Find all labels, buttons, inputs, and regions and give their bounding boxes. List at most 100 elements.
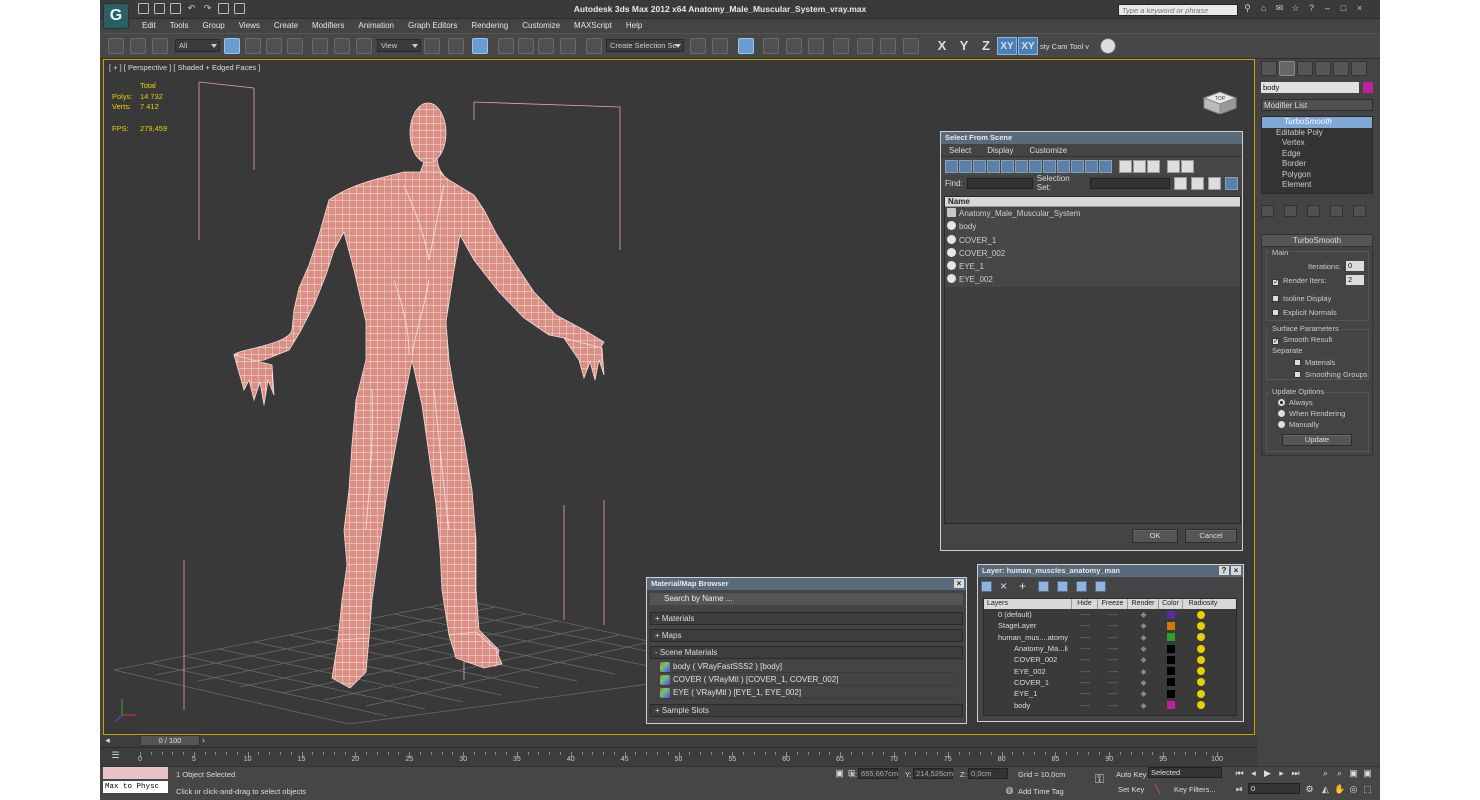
render-teapot-icon[interactable]: ◆ bbox=[1128, 644, 1159, 653]
radiosity-bulb-icon[interactable] bbox=[1197, 621, 1205, 630]
render-teapot-icon[interactable]: ◆ bbox=[1128, 689, 1159, 698]
layer-color-swatch[interactable] bbox=[1167, 621, 1175, 630]
stack-item-vertex[interactable]: Vertex bbox=[1262, 138, 1372, 149]
layer-color-swatch[interactable] bbox=[1167, 644, 1175, 653]
rectangle-region-icon[interactable] bbox=[266, 38, 282, 54]
orbit-icon[interactable]: ◎ bbox=[1348, 784, 1359, 795]
table-row[interactable]: human_mus....atomy ---- ---- ◆ bbox=[984, 632, 1236, 643]
keyboard-shortcut-override-icon[interactable] bbox=[472, 38, 488, 54]
close-icon[interactable]: × bbox=[954, 579, 964, 588]
menu-edit[interactable]: Edit bbox=[135, 19, 163, 33]
col-radiosity[interactable]: Radiosity bbox=[1183, 599, 1223, 609]
open-icon[interactable] bbox=[154, 3, 165, 14]
find-input[interactable] bbox=[966, 177, 1033, 189]
restrict-xy-button[interactable]: XY bbox=[997, 37, 1017, 55]
create-layer-icon[interactable] bbox=[981, 581, 992, 592]
next-frame-arrow-icon[interactable]: › bbox=[198, 735, 209, 746]
named-selection-set-dropdown[interactable]: Create Selection Se bbox=[606, 39, 684, 52]
zoom-extents-icon[interactable]: ▣ bbox=[1348, 768, 1359, 779]
track-bar-icon[interactable]: ☰ bbox=[110, 750, 121, 761]
tab-modify[interactable] bbox=[1279, 61, 1295, 76]
stack-item-editable-poly[interactable]: Editable Poly bbox=[1262, 128, 1372, 139]
ok-button[interactable]: OK bbox=[1132, 529, 1178, 543]
window-crossing-icon[interactable] bbox=[287, 38, 303, 54]
open-mini-curve-editor-icon[interactable]: ◂ bbox=[102, 735, 113, 746]
layer-color-swatch[interactable] bbox=[1167, 633, 1175, 642]
current-frame-field[interactable]: 0 bbox=[1248, 783, 1300, 794]
pivot-center-icon[interactable] bbox=[424, 38, 440, 54]
when-rendering-radio[interactable]: When Rendering bbox=[1278, 409, 1345, 418]
layer-color-swatch[interactable] bbox=[1167, 667, 1175, 676]
select-all-icon[interactable] bbox=[1119, 159, 1132, 173]
freeze-all-layers-icon[interactable] bbox=[1095, 581, 1106, 592]
select-none-icon[interactable] bbox=[1133, 159, 1146, 173]
key-filters-button[interactable]: Key Filters... bbox=[1174, 785, 1216, 794]
menu-maxscript[interactable]: MAXScript bbox=[567, 19, 619, 33]
mirror-icon[interactable] bbox=[690, 38, 706, 54]
project-folder-icon[interactable] bbox=[234, 3, 245, 14]
tab-display[interactable] bbox=[1333, 61, 1349, 76]
z-coordinate-field[interactable]: 0,0cm bbox=[968, 768, 1008, 779]
zoom-all-icon[interactable]: ⌕ bbox=[1334, 768, 1345, 779]
restrict-z-button[interactable]: Z bbox=[976, 37, 996, 55]
radiosity-bulb-icon[interactable] bbox=[1197, 633, 1205, 642]
hide-all-layers-icon[interactable] bbox=[1076, 581, 1087, 592]
table-row[interactable]: 0 (default) ---- ---- ◆ bbox=[984, 609, 1236, 620]
list-item[interactable]: EYE_002 bbox=[945, 273, 1240, 287]
delete-layer-icon[interactable]: × bbox=[1000, 580, 1011, 592]
field-of-view-icon[interactable]: ◭ bbox=[1320, 784, 1331, 795]
display-geometry-icon[interactable] bbox=[945, 159, 958, 173]
menu-help[interactable]: Help bbox=[619, 19, 649, 33]
radiosity-bulb-icon[interactable] bbox=[1197, 678, 1205, 687]
list-item[interactable]: body ( VRayFastSSS2 ) [body] bbox=[658, 661, 955, 673]
next-frame-icon[interactable]: ▸ bbox=[1276, 768, 1287, 779]
bind-space-warp-icon[interactable] bbox=[152, 38, 168, 54]
table-row[interactable]: EYE_1 ---- ---- ◆ bbox=[984, 688, 1236, 699]
render-teapot-icon[interactable]: ◆ bbox=[1128, 621, 1159, 630]
display-hidden-icon[interactable] bbox=[1099, 159, 1112, 173]
modifier-list-dropdown[interactable]: Modifier List bbox=[1261, 99, 1373, 111]
remove-modifier-icon[interactable] bbox=[1330, 205, 1343, 217]
stack-item-turbosmooth[interactable]: TurboSmooth bbox=[1262, 117, 1372, 128]
select-by-name-icon[interactable] bbox=[245, 38, 261, 54]
add-to-layer-icon[interactable]: + bbox=[1019, 580, 1030, 592]
sfs-edit-set-icon[interactable] bbox=[1191, 176, 1204, 190]
col-color[interactable]: Color bbox=[1159, 599, 1183, 609]
tab-utilities[interactable] bbox=[1351, 61, 1367, 76]
set-key-mode-icon[interactable]: ⚿ bbox=[1094, 773, 1105, 785]
curve-editor-icon[interactable] bbox=[786, 38, 802, 54]
smoothing-groups-checkbox[interactable]: Smoothing Groups bbox=[1294, 370, 1368, 379]
tab-create[interactable] bbox=[1261, 61, 1277, 76]
list-item[interactable]: body bbox=[945, 220, 1240, 234]
display-xrefs-icon[interactable] bbox=[1043, 159, 1056, 173]
scale-icon[interactable] bbox=[356, 38, 372, 54]
display-bones-icon[interactable] bbox=[1057, 159, 1070, 173]
zoom-extents-all-icon[interactable]: ▣ bbox=[1362, 768, 1373, 779]
layer-manager-icon[interactable] bbox=[738, 38, 754, 54]
layer-color-swatch[interactable] bbox=[1167, 610, 1175, 619]
table-row[interactable]: body ---- ---- ◆ bbox=[984, 699, 1236, 710]
hold-icon[interactable] bbox=[218, 3, 229, 14]
object-color-swatch[interactable] bbox=[1363, 82, 1373, 93]
pan-view-icon[interactable]: ✋ bbox=[1334, 784, 1345, 795]
display-containers-icon[interactable] bbox=[1071, 159, 1084, 173]
zoom-icon[interactable]: ⌕ bbox=[1320, 768, 1331, 779]
menu-animation[interactable]: Animation bbox=[351, 19, 401, 33]
radiosity-bulb-icon[interactable] bbox=[1197, 689, 1205, 698]
stack-item-polygon[interactable]: Polygon bbox=[1262, 170, 1372, 181]
sfs-create-set-icon[interactable] bbox=[1174, 176, 1188, 190]
cancel-button[interactable]: Cancel bbox=[1185, 529, 1237, 543]
save-icon[interactable] bbox=[170, 3, 181, 14]
list-item[interactable]: COVER_1 bbox=[945, 233, 1240, 247]
layer-color-swatch[interactable] bbox=[1167, 701, 1175, 710]
select-in-layer-icon[interactable] bbox=[1038, 581, 1049, 592]
render-setup-icon[interactable] bbox=[857, 38, 873, 54]
key-selected-dropdown[interactable]: Selected bbox=[1148, 767, 1222, 778]
table-row[interactable]: COVER_002 ---- ---- ◆ bbox=[984, 654, 1236, 665]
restrict-x-button[interactable]: X bbox=[932, 37, 952, 55]
restrict-plane-cycle-button[interactable]: XY bbox=[1018, 37, 1038, 55]
stack-item-edge[interactable]: Edge bbox=[1262, 149, 1372, 160]
display-spacewarps-icon[interactable] bbox=[1015, 159, 1028, 173]
help-icon[interactable]: ? bbox=[1306, 3, 1317, 14]
layer-color-swatch[interactable] bbox=[1167, 655, 1175, 664]
